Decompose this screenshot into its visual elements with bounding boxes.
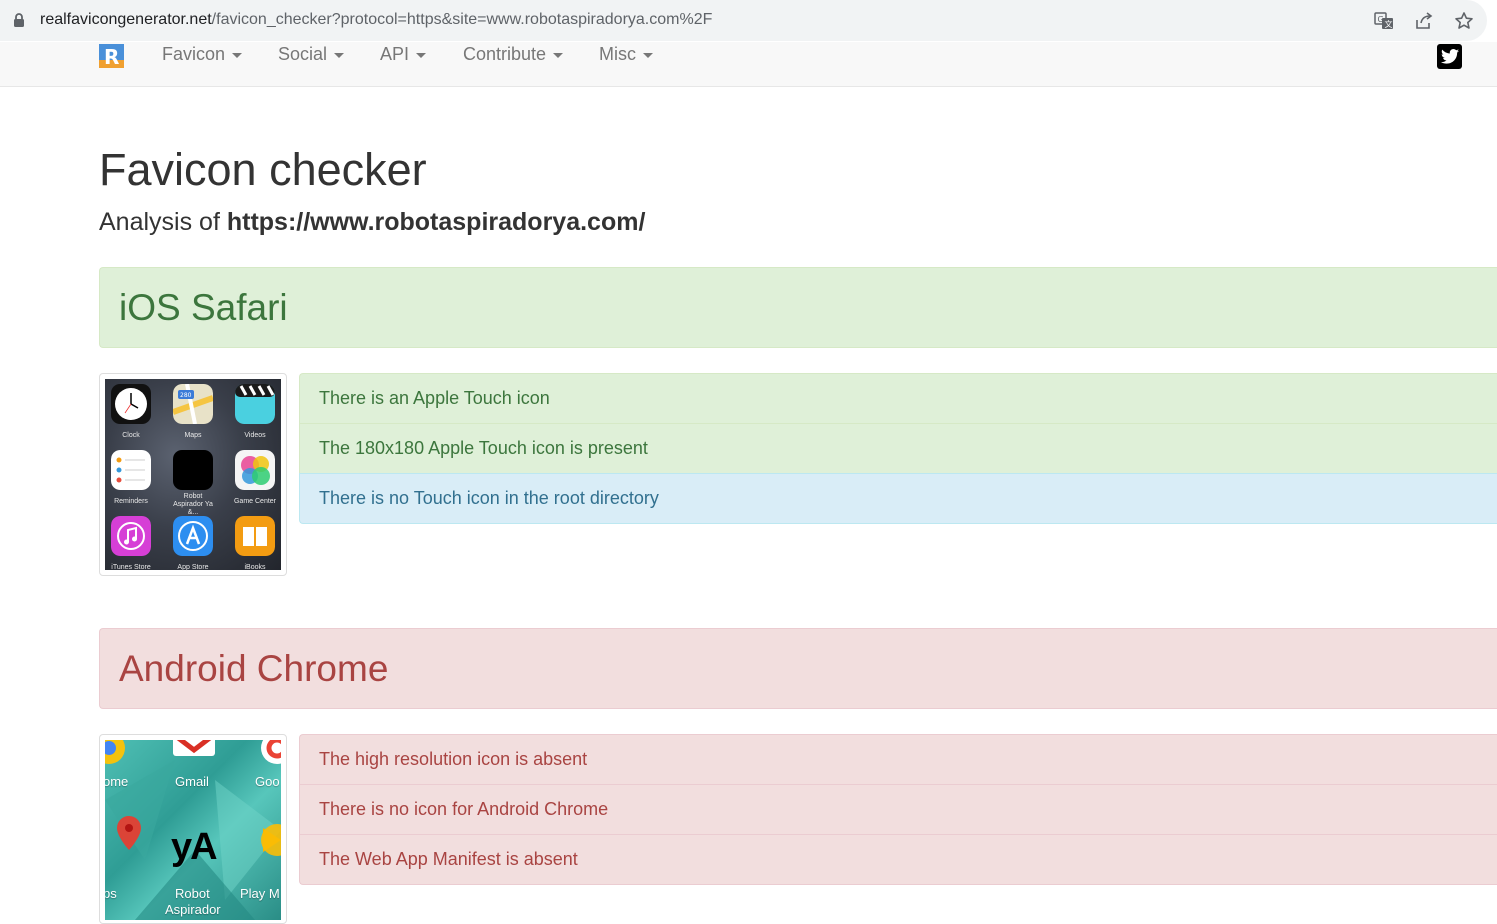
url-text[interactable]: realfavicongenerator.net/favicon_checker… [40,11,712,29]
page-title: Favicon checker [99,144,427,195]
nav-misc-label: Misc [599,44,636,64]
lock-icon[interactable] [13,13,25,27]
app-store-icon [173,516,213,556]
nav-api[interactable]: API [380,44,427,65]
list-item: There is no icon for Android Chrome [299,784,1497,835]
ios-app-clock: Clock [109,384,153,440]
ios-check-list: There is an Apple Touch icon The 180x180… [299,373,1497,524]
caret-down-icon [334,52,345,58]
ios-app-videos: Videos [233,384,277,440]
share-icon[interactable] [1413,10,1435,32]
maps-badge-text: 280 [180,392,192,399]
itunes-icon [111,516,151,556]
svg-text:文: 文 [1385,19,1393,29]
ios-app-reminders: Reminders [109,450,153,506]
list-item: There is an Apple Touch icon [299,373,1497,424]
ios-app-label: Clock [122,432,140,439]
caret-down-icon [232,52,243,58]
nav-favicon-label: Favicon [162,44,226,64]
ios-app-label: iBooks [244,564,266,571]
ios-app-label: App Store [177,564,209,571]
analysis-site: https://www.robotaspiradorya.com/ [226,208,646,236]
nav-contribute[interactable]: Contribute [463,44,564,65]
list-item: The high resolution icon is absent [299,734,1497,785]
ios-preview-thumbnail: Clock 280 Maps Videos Reminders Robot As… [99,373,287,576]
ios-app-label: iTunes Store [111,564,151,571]
caret-down-icon [553,52,564,58]
android-preview-thumbnail: ome Gmail Goo yA ps Robot Aspirador Play… [99,734,287,924]
nav-api-label: API [380,44,410,64]
caret-down-icon [416,52,427,58]
ios-app-label: Videos [244,432,266,439]
address-bar[interactable]: realfavicongenerator.net/favicon_checker… [0,0,1487,41]
ios-app-itunes: iTunes Store [109,516,153,572]
reminders-icon [111,450,151,490]
ibooks-icon [235,516,275,556]
ios-home-screen: Clock 280 Maps Videos Reminders Robot As… [105,379,281,572]
url-path: /favicon_checker?protocol=https&site=www… [211,11,713,28]
bookmark-star-icon[interactable] [1453,10,1475,32]
android-label-robot: Robot [175,886,210,901]
list-item: The Web App Manifest is absent [299,834,1497,885]
android-robot-icon-text: yA [171,826,218,868]
nav-social[interactable]: Social [278,44,345,65]
maps-icon: 280 [172,383,214,425]
missing-touch-icon [173,450,213,490]
list-item: The 180x180 Apple Touch icon is present [299,423,1497,474]
ios-app-label: Maps [184,432,202,439]
game-center-icon [235,450,275,490]
nav-favicon[interactable]: Favicon [162,44,243,65]
browser-toolbar: realfavicongenerator.net/favicon_checker… [0,0,1497,42]
site-logo[interactable]: R [99,44,124,68]
nav-social-label: Social [278,44,328,64]
ios-app-ibooks: iBooks [233,516,277,572]
ios-safari-heading: iOS Safari [99,267,1497,348]
android-home-screen: ome Gmail Goo yA ps Robot Aspirador Play… [105,740,281,920]
clock-icon [111,384,151,424]
translate-icon[interactable]: G文 [1373,10,1395,32]
android-label-google: Goo [255,774,280,789]
analysis-subtitle: Analysis of https://www.robotaspiradorya… [99,208,645,237]
android-check-list: The high resolution icon is absent There… [299,734,1497,885]
site-navbar: R Favicon Social API Contribute Misc [0,42,1497,87]
ios-app-app-store: App Store [171,516,215,572]
ios-app-label: Robot Aspirador Ya &... [173,493,213,516]
android-chrome-heading: Android Chrome [99,628,1497,709]
android-label-maps: ps [105,886,117,901]
ios-app-game-center: Game Center [233,450,277,506]
ios-app-robot-aspirador: Robot Aspirador Ya &... [171,450,215,517]
twitter-icon[interactable] [1437,44,1462,69]
site-logo-letter: R [104,45,119,68]
videos-icon [235,384,275,424]
ios-app-label: Game Center [233,498,277,505]
nav-misc[interactable]: Misc [599,44,653,65]
list-item: There is no Touch icon in the root direc… [299,473,1497,524]
android-label-gmail: Gmail [175,774,209,789]
android-label-chrome: ome [105,774,129,789]
analysis-prefix: Analysis of [99,208,220,236]
android-label-play: Play M [240,886,280,901]
caret-down-icon [643,52,653,58]
ios-app-maps: 280 Maps [171,383,215,440]
nav-contribute-label: Contribute [463,44,547,64]
url-host: realfavicongenerator.net [40,11,212,28]
ios-app-label: Reminders [114,498,148,505]
